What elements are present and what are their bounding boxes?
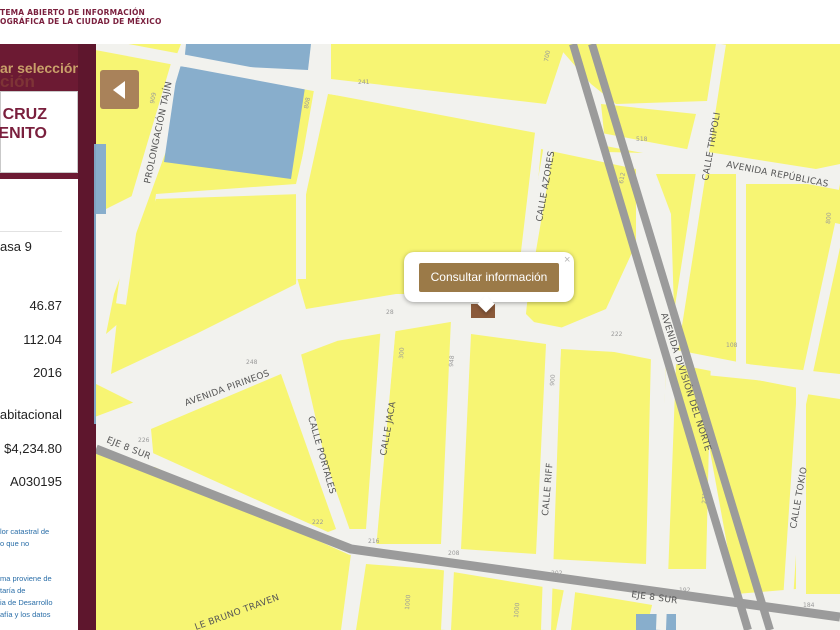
owner-name-line-2: ENITO	[0, 125, 47, 142]
value-built-area: 112.04	[23, 332, 62, 347]
house-number: 900	[549, 374, 557, 386]
water-block	[636, 614, 676, 630]
house-number: 222	[611, 331, 623, 338]
sidebar-scrollbar[interactable]	[94, 144, 96, 424]
owner-name-box: CRUZ ENITO	[0, 91, 78, 173]
divider	[0, 231, 62, 232]
house-number: 108	[726, 342, 738, 349]
map-popup: × Consultar información	[404, 252, 574, 313]
map-block	[111, 194, 301, 374]
chevron-left-icon	[113, 81, 125, 99]
value-terrain-area: 46.87	[29, 298, 62, 313]
note-2-line-2: taría de	[0, 586, 26, 595]
house-number: 248	[246, 359, 258, 366]
map-canvas[interactable]: PROLONGACIÓN TAJÍN CALLE AZORES CALLE TR…	[96, 44, 840, 630]
house-number: 226	[138, 437, 150, 444]
map-block	[806, 394, 840, 594]
house-number: 518	[636, 136, 648, 143]
value-account: A030195	[9, 474, 62, 489]
info-sidebar: ción ar selección CRUZ ENITO asa 9 46.87…	[0, 44, 96, 630]
popup-close-button[interactable]: ×	[564, 254, 570, 266]
note-1-line-1: lor catastral de	[0, 527, 50, 536]
note-2-line-3: ia de Desarrollo	[0, 598, 53, 607]
house-number: 2713	[701, 488, 709, 504]
header-line-1: TEMA ABIERTO DE INFORMACIÓN	[0, 8, 146, 17]
map-block	[708, 44, 840, 169]
house-number: 216	[368, 538, 380, 545]
house-number: 300	[398, 347, 406, 359]
note-2-line-4: afía y los datos	[0, 610, 51, 619]
house-number: 202	[551, 570, 563, 577]
house-number: 184	[803, 602, 815, 609]
property-detail-card: asa 9 46.87 112.04 2016 labitacional $4,…	[0, 179, 78, 630]
owner-name-line-1: CRUZ	[2, 106, 47, 123]
value-price: $4,234.80	[4, 441, 62, 456]
property-address: asa 9	[0, 239, 32, 254]
map-block	[551, 349, 651, 564]
value-use: labitacional	[0, 407, 62, 422]
house-number: 1000	[404, 594, 412, 610]
app-header: TEMA ABIERTO DE INFORMACIÓN OGRÁFICA DE …	[0, 0, 840, 44]
note-1-line-2: o que no	[0, 539, 30, 548]
house-number: 222	[312, 519, 324, 526]
header-line-2: OGRÁFICA DE LA CIUDAD DE MÉXICO	[0, 17, 162, 26]
selection-title: ar selección	[0, 60, 81, 76]
water-block	[96, 144, 106, 214]
house-number: 192	[679, 587, 691, 594]
map-block	[461, 334, 546, 554]
value-year: 2016	[33, 365, 62, 380]
note-2-line-1: ma proviene de	[0, 574, 52, 583]
house-number: 800	[825, 212, 833, 224]
house-number: 948	[448, 355, 456, 367]
consultar-informacion-button[interactable]: Consultar información	[419, 263, 559, 292]
house-number: 241	[358, 79, 370, 86]
house-number: 1000	[513, 602, 521, 618]
collapse-panel-button[interactable]	[100, 70, 139, 109]
house-number: 208	[448, 550, 460, 557]
house-number: 28	[386, 309, 394, 316]
